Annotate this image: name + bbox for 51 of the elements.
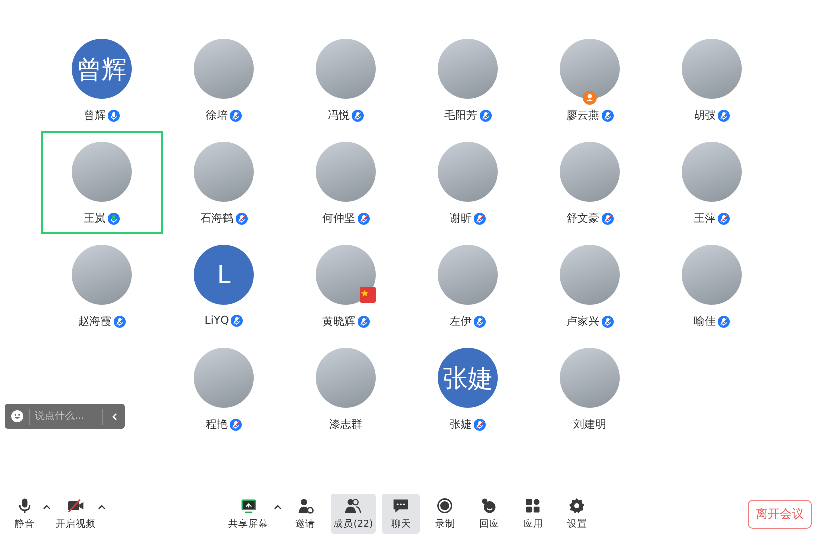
- participant-name: 程艳: [206, 417, 228, 432]
- participant-name: 石海鹤: [200, 211, 234, 226]
- participant-name: LiYQ: [204, 314, 230, 327]
- face-icon: [480, 497, 498, 515]
- participant-name: 卢家兴: [566, 314, 600, 329]
- chat-input-bar[interactable]: 说点什么...: [5, 404, 125, 429]
- screen-share-icon: [240, 497, 258, 515]
- caret-icon[interactable]: [43, 504, 51, 510]
- settings-icon: [568, 497, 586, 515]
- participant-name: 张婕: [450, 417, 472, 432]
- participant-name: 毛阳芳: [444, 108, 478, 123]
- chat-button[interactable]: 聊天: [382, 494, 420, 534]
- person-add-icon: [296, 497, 315, 515]
- grid-icon: [524, 497, 542, 515]
- participant-name: 刘建明: [574, 417, 606, 432]
- participant-name: 冯悦: [328, 108, 350, 123]
- invite-button[interactable]: 邀请: [286, 494, 325, 534]
- avatar-initials: 曾辉: [72, 39, 132, 99]
- participant-name: 左伊: [450, 314, 472, 329]
- share-button[interactable]: 共享屏幕: [226, 494, 272, 534]
- avatar-initials: 张婕: [438, 348, 498, 408]
- participant-name: 王萍: [694, 211, 716, 226]
- people-icon: [344, 497, 362, 515]
- participant-name: 胡弢: [694, 108, 716, 123]
- members-button[interactable]: 成员(22): [330, 494, 376, 534]
- participant-name: 王岚: [84, 211, 106, 226]
- caret-icon[interactable]: [98, 504, 106, 510]
- reaction-button[interactable]: 回应: [470, 494, 508, 534]
- collapse-chevron-icon[interactable]: [111, 412, 119, 422]
- participant-name: 曾辉: [84, 108, 106, 123]
- apps-button[interactable]: 应用: [514, 494, 552, 534]
- participant-name: 舒文豪: [566, 211, 600, 226]
- participant-name: 何仲坚: [322, 211, 356, 226]
- settings-button[interactable]: 设置: [558, 494, 596, 534]
- video-camera-off-icon: [67, 497, 85, 515]
- participant-name: 喻佳: [694, 314, 716, 329]
- record-button[interactable]: 录制: [426, 494, 464, 534]
- video-button[interactable]: 开启视频: [53, 494, 99, 534]
- caret-icon[interactable]: [274, 504, 282, 510]
- participant-name: 赵海霞: [78, 314, 112, 329]
- record-icon: [436, 497, 454, 515]
- participant-name: 漆志群: [330, 417, 362, 432]
- participant-name: 廖云燕: [566, 108, 600, 123]
- chat-bubble-icon: [392, 497, 410, 515]
- participant-name: 黄晓辉: [322, 314, 356, 329]
- participant-name: 徐培: [206, 108, 228, 123]
- mute-button[interactable]: 静音: [6, 494, 44, 534]
- avatar-initials: L: [194, 245, 254, 305]
- participant-name: 谢昕: [450, 211, 472, 226]
- chat-input-field[interactable]: 说点什么...: [35, 411, 97, 422]
- emoji-icon[interactable]: [11, 410, 24, 423]
